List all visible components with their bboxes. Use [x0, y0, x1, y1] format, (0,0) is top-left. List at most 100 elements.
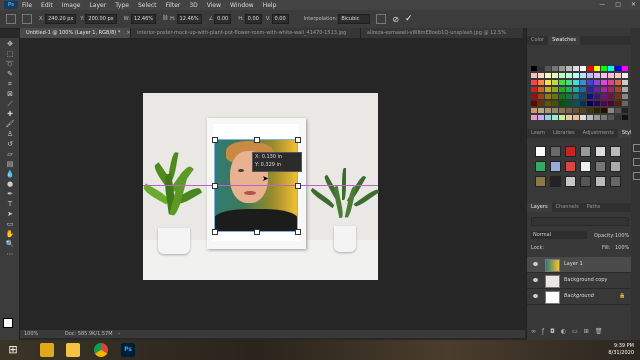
menu-help[interactable]: Help	[263, 2, 277, 9]
color-swatch[interactable]	[573, 80, 579, 85]
color-swatch[interactable]	[615, 115, 621, 120]
color-swatch[interactable]	[615, 94, 621, 99]
foreground-color-swatch[interactable]	[3, 318, 13, 328]
style-swatch[interactable]	[595, 176, 606, 187]
opacity-input[interactable]: 100%	[615, 233, 629, 239]
lasso-tool-icon[interactable]: ➰	[4, 60, 16, 68]
color-swatch[interactable]	[559, 87, 565, 92]
color-swatch[interactable]	[531, 101, 537, 106]
color-swatch[interactable]	[545, 66, 551, 71]
color-swatch[interactable]	[622, 87, 628, 92]
menu-select[interactable]: Select	[138, 2, 157, 9]
type-tool-icon[interactable]: T	[4, 200, 16, 208]
color-swatch[interactable]	[601, 66, 607, 71]
layer-row-background-copy[interactable]: Background copy	[527, 273, 631, 289]
color-swatch[interactable]	[552, 73, 558, 78]
tab-channels[interactable]: Channels	[552, 203, 583, 212]
color-swatch[interactable]	[587, 101, 593, 106]
style-swatch[interactable]	[550, 176, 561, 187]
color-swatch[interactable]	[594, 73, 600, 78]
color-swatch[interactable]	[531, 66, 537, 71]
history-brush-tool-icon[interactable]: ↺	[4, 140, 16, 148]
y-input[interactable]: 200.00 px	[85, 14, 117, 24]
style-swatch[interactable]	[610, 161, 621, 172]
color-swatch[interactable]	[608, 87, 614, 92]
dodge-tool-icon[interactable]: ●	[4, 180, 16, 188]
color-swatch[interactable]	[594, 115, 600, 120]
new-layer-icon[interactable]: ⊞	[584, 328, 595, 335]
color-swatch[interactable]	[601, 87, 607, 92]
transform-handle-bm[interactable]	[254, 229, 260, 235]
doc-size[interactable]: Doc: 585.9K/1.57M	[65, 331, 113, 337]
color-swatch[interactable]	[538, 66, 544, 71]
color-swatch[interactable]	[601, 108, 607, 113]
color-swatch[interactable]	[587, 66, 593, 71]
color-swatch[interactable]	[545, 115, 551, 120]
dock-icon[interactable]	[633, 158, 640, 166]
move-tool-icon[interactable]	[6, 14, 16, 24]
tab-swatches[interactable]: Swatches	[548, 36, 580, 45]
style-swatch[interactable]	[580, 146, 591, 157]
h-input[interactable]: 12.46%	[176, 14, 202, 24]
tab-alireza[interactable]: alireza-esmaeeli-vW8mE8oeb1Q-unsplash.jp…	[361, 28, 524, 38]
mask-icon[interactable]: ◘	[550, 328, 561, 335]
color-swatch[interactable]	[531, 115, 537, 120]
color-swatch[interactable]	[559, 73, 565, 78]
pen-tool-icon[interactable]: ✒	[4, 190, 16, 198]
color-swatch[interactable]	[622, 115, 628, 120]
color-swatch[interactable]	[552, 66, 558, 71]
color-swatch[interactable]	[538, 87, 544, 92]
color-swatch[interactable]	[608, 66, 614, 71]
warp-icon[interactable]	[376, 14, 387, 24]
tab-interior-poster[interactable]: interior-poster-mock-up-with-plant-pot-f…	[131, 28, 361, 38]
style-swatch[interactable]	[595, 146, 606, 157]
style-swatch[interactable]	[610, 176, 621, 187]
color-swatch[interactable]	[538, 108, 544, 113]
menu-layer[interactable]: Layer	[89, 2, 106, 9]
color-swatch[interactable]	[566, 94, 572, 99]
style-swatch[interactable]	[550, 146, 561, 157]
color-swatch[interactable]	[552, 108, 558, 113]
zoom-tool-icon[interactable]: 🔍	[4, 240, 16, 248]
color-swatch[interactable]	[601, 94, 607, 99]
color-swatch[interactable]	[545, 108, 551, 113]
style-swatch[interactable]	[535, 161, 546, 172]
style-swatch[interactable]	[535, 176, 546, 187]
trash-icon[interactable]: 🗑	[595, 328, 609, 335]
tab-layers[interactable]: Layers	[527, 203, 552, 212]
tab-paths[interactable]: Paths	[583, 203, 605, 212]
color-swatch[interactable]	[622, 66, 628, 71]
hskew-input[interactable]: 0.00	[244, 14, 262, 24]
blend-mode-select[interactable]: Normal	[531, 231, 587, 239]
color-swatch[interactable]	[573, 94, 579, 99]
color-swatch[interactable]	[531, 108, 537, 113]
color-swatch[interactable]	[566, 101, 572, 106]
interpolation-select[interactable]: Bicubic	[338, 14, 371, 24]
color-swatch[interactable]	[573, 87, 579, 92]
dock-icon[interactable]	[633, 172, 640, 180]
color-swatch[interactable]	[552, 87, 558, 92]
color-swatch[interactable]	[587, 108, 593, 113]
group-icon[interactable]: ▭	[572, 328, 584, 335]
style-swatch[interactable]	[565, 176, 576, 187]
color-swatch[interactable]	[552, 115, 558, 120]
menu-type[interactable]: Type	[115, 2, 129, 9]
hand-tool-icon[interactable]: ✋	[4, 230, 16, 238]
color-swatch[interactable]	[608, 108, 614, 113]
fill-input[interactable]: 100%	[615, 245, 629, 251]
dock-icon[interactable]	[633, 144, 640, 152]
color-swatch[interactable]	[594, 87, 600, 92]
transform-handle-tm[interactable]	[254, 137, 260, 143]
link-icon[interactable]: ⛓	[162, 15, 168, 23]
transform-handle-ml[interactable]	[212, 183, 218, 189]
photoshop-taskbar-icon[interactable]: Ps	[121, 343, 135, 357]
chrome-icon[interactable]	[94, 343, 108, 357]
file-explorer-icon[interactable]	[40, 343, 54, 357]
color-swatch[interactable]	[601, 101, 607, 106]
color-swatch[interactable]	[545, 80, 551, 85]
layer-row-layer-1[interactable]: Layer 1	[527, 257, 631, 273]
color-swatch[interactable]	[531, 80, 537, 85]
blur-tool-icon[interactable]: 💧	[4, 170, 16, 178]
style-swatch[interactable]	[535, 146, 546, 157]
color-swatch[interactable]	[608, 94, 614, 99]
